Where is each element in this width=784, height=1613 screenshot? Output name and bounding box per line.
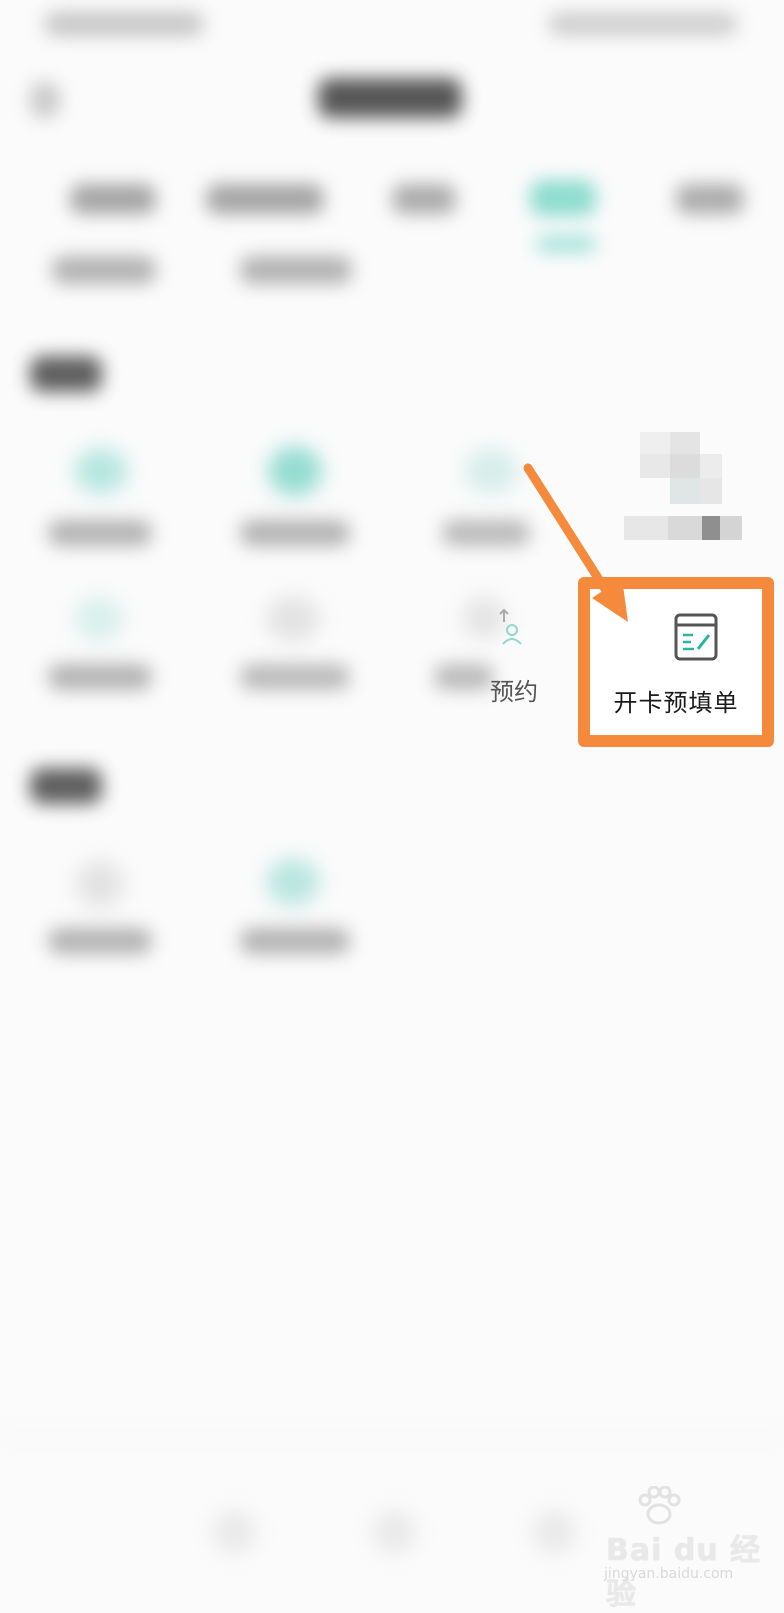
bottom-nav-item-2[interactable]: [372, 1510, 416, 1554]
tab-5[interactable]: [676, 184, 744, 214]
pixel-block: [670, 454, 700, 478]
grid-item-6-icon[interactable]: [266, 596, 320, 642]
status-bar-right-blur: [548, 12, 738, 36]
bottom-nav-divider: [0, 1432, 784, 1436]
back-button[interactable]: [30, 82, 60, 118]
grid-item-1-icon[interactable]: [74, 448, 128, 494]
grid-item-2-label: [240, 520, 350, 546]
form-edit-icon: [674, 613, 718, 661]
tab-1[interactable]: [70, 184, 156, 214]
annotation-arrow: [523, 463, 628, 622]
section-heading-2: [30, 768, 102, 804]
grid-item-5-label: [48, 664, 152, 690]
grid-item-10-label: [240, 928, 350, 954]
page-title: [318, 78, 462, 118]
tab-3[interactable]: [392, 184, 456, 214]
grid-item-6-label: [240, 664, 350, 690]
pixel-block: [670, 478, 700, 504]
tab-6[interactable]: [52, 256, 156, 284]
grid-item-9-label: [48, 928, 152, 954]
grid-item-10-icon[interactable]: [266, 858, 320, 906]
tab-2[interactable]: [206, 184, 324, 214]
pixel-block: [670, 432, 700, 454]
status-bar-left-blur: [44, 12, 204, 36]
pixel-block: [720, 516, 742, 540]
appointment-label: 预约: [490, 678, 538, 706]
watermark-url: jingyan.baidu.com: [604, 1566, 734, 1582]
tab-active-indicator: [536, 236, 596, 252]
pixel-block: [702, 516, 720, 540]
pixel-block: [700, 454, 722, 478]
grid-item-2-icon[interactable]: [268, 446, 322, 496]
card-prefill-form-label: 开卡预填单: [613, 689, 739, 717]
pixel-block: [700, 478, 722, 504]
grid-item-1-label: [48, 520, 152, 546]
paw-logo: [638, 1486, 681, 1525]
grid-item-5-icon[interactable]: [74, 596, 124, 642]
bottom-nav-item-1[interactable]: [212, 1510, 256, 1554]
bottom-nav-item-3[interactable]: [532, 1510, 576, 1554]
tab-active[interactable]: [530, 180, 596, 216]
pixel-block: [668, 516, 702, 540]
section-heading-1: [30, 356, 102, 392]
grid-item-9-icon[interactable]: [76, 860, 124, 908]
tab-7[interactable]: [240, 256, 352, 284]
